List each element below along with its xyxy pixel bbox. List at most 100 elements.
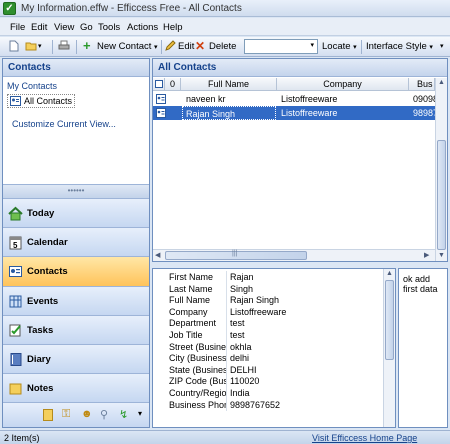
new-contact-button[interactable]: + New Contact ▾	[83, 39, 158, 54]
detail-field-label: Department	[169, 317, 227, 330]
splitter-grip[interactable]: ••••••	[3, 184, 149, 198]
open-dropdown-arrow[interactable]: ▾	[38, 40, 42, 54]
detail-field-value: Listoffreeware	[230, 306, 287, 317]
cell-business-phone: 989876	[413, 108, 435, 118]
detail-scrollbar-thumb[interactable]	[385, 280, 394, 360]
nav-notes-label: Notes	[27, 383, 54, 394]
locate-dropdown-arrow[interactable]: ▾	[310, 41, 314, 49]
notes-pane[interactable]: ok add first data	[398, 268, 448, 428]
nav-contacts[interactable]: Contacts	[3, 256, 149, 286]
calendar-icon: 5	[9, 236, 22, 250]
col-business-phone-header[interactable]: Bus	[409, 78, 435, 91]
locate-search-input[interactable]: ▾	[244, 39, 318, 54]
status-bar: 2 Item(s) Visit Efficcess Home Page	[0, 430, 450, 444]
new-contact-dropdown-arrow[interactable]: ▾	[154, 44, 158, 51]
detail-field-row[interactable]: Street (Busines okhla	[153, 340, 383, 353]
nav-notes[interactable]: Notes	[3, 373, 149, 402]
menu-bar: File Edit View Go Tools Actions Help	[0, 18, 450, 36]
navigation-pane: Contacts My Contacts All Contacts Custom…	[2, 58, 150, 428]
customize-view-link[interactable]: Customize Current View...	[12, 119, 116, 129]
shortcut-users-icon[interactable]: ☻	[81, 408, 93, 420]
menu-actions[interactable]: Actions	[127, 22, 158, 33]
detail-field-label: Business Phon	[169, 398, 227, 411]
paperclip-icon: 0	[169, 79, 175, 89]
navigation-pane-header: Contacts	[3, 59, 149, 77]
grid-horizontal-scrollbar[interactable]: ◀ ||| ▶	[153, 249, 435, 261]
hscroll-thumb[interactable]: |||	[165, 250, 307, 260]
menu-help[interactable]: Help	[163, 22, 183, 33]
interface-style-button[interactable]: Interface Style ▾	[366, 40, 433, 54]
delete-button[interactable]: ✕ Delete	[195, 40, 236, 54]
grid-title: All Contacts	[153, 59, 447, 77]
detail-field-row[interactable]: Job Title test	[153, 329, 383, 341]
toolbar-overflow-icon[interactable]: ▾	[440, 40, 444, 54]
nav-contacts-label: Contacts	[27, 266, 68, 277]
shortcut-key-icon[interactable]: ⚿	[62, 408, 70, 421]
table-row[interactable]: Rajan Singh Listoffreeware 989876	[153, 106, 435, 120]
print-button[interactable]	[58, 40, 72, 54]
detail-field-row[interactable]: Last Name Singh	[153, 282, 383, 295]
col-full-name-header[interactable]: Full Name	[181, 78, 277, 91]
address-card-icon	[10, 96, 21, 106]
detail-field-row[interactable]: First Name Rajan	[153, 271, 383, 283]
detail-field-value: okhla	[230, 341, 252, 352]
locate-label: Locate	[322, 41, 351, 52]
nav-tasks[interactable]: Tasks	[3, 315, 149, 344]
shortcut-notes-icon[interactable]	[43, 409, 53, 421]
nav-today[interactable]: Today	[3, 198, 149, 227]
scroll-down-arrow-icon[interactable]: ▼	[438, 252, 445, 259]
detail-field-label: Company	[169, 305, 227, 318]
table-row[interactable]: naveen kr Listoffreeware 090987	[153, 92, 435, 106]
col-icon-header[interactable]	[153, 78, 165, 91]
notes-text: ok add first data	[403, 274, 438, 294]
detail-field-row[interactable]: ZIP Code (Busir 110020	[153, 375, 383, 388]
open-button[interactable]	[25, 40, 39, 54]
menu-go[interactable]: Go	[80, 22, 93, 33]
cell-company: Listoffreeware	[281, 94, 338, 104]
nav-calendar[interactable]: 5 Calendar	[3, 227, 149, 256]
menu-tools[interactable]: Tools	[98, 22, 120, 33]
scroll-up-arrow-icon[interactable]: ▲	[438, 79, 445, 86]
locate-button[interactable]: Locate ▾	[322, 40, 357, 54]
menu-file[interactable]: File	[10, 22, 25, 33]
scroll-up-arrow-icon[interactable]: ▲	[386, 270, 393, 277]
home-page-link[interactable]: Visit Efficcess Home Page	[312, 432, 417, 444]
detail-field-row[interactable]: City (Business) delhi	[153, 352, 383, 365]
menu-view[interactable]: View	[54, 22, 74, 33]
menu-edit[interactable]: Edit	[31, 22, 47, 33]
detail-field-row[interactable]: Department test	[153, 317, 383, 330]
nav-diary-label: Diary	[27, 354, 51, 365]
detail-field-row[interactable]: Full Name Rajan Singh	[153, 294, 383, 307]
address-card-icon	[156, 108, 166, 118]
nav-events[interactable]: Events	[3, 286, 149, 315]
detail-vertical-scrollbar[interactable]: ▲	[383, 269, 395, 427]
detail-field-value: test	[230, 318, 245, 329]
shortcut-search-icon[interactable]: ⚲	[100, 408, 108, 421]
detail-field-row[interactable]: Country/Regio India	[153, 387, 383, 399]
detail-field-value: 110020	[230, 376, 260, 387]
detail-field-row[interactable]: Company Listoffreeware	[153, 305, 383, 318]
detail-field-label: Full Name	[169, 294, 227, 307]
folder-all-contacts[interactable]: All Contacts	[7, 94, 75, 108]
detail-field-row[interactable]: State (Business DELHI	[153, 363, 383, 376]
notes-icon	[9, 383, 22, 395]
shortcut-sync-icon[interactable]: ↯	[119, 408, 128, 421]
col-company-header[interactable]: Company	[277, 78, 409, 91]
scrollbar-thumb[interactable]	[437, 140, 446, 250]
col-attachment-header[interactable]: 0	[165, 78, 181, 91]
item-count: 2 Item(s)	[4, 433, 40, 443]
scroll-right-arrow-icon[interactable]: ▶	[424, 251, 429, 259]
shortcut-overflow-icon[interactable]: ▾	[138, 409, 142, 418]
nav-diary[interactable]: Diary	[3, 344, 149, 373]
detail-field-value: Rajan	[230, 272, 254, 282]
toolbar-separator	[52, 40, 53, 54]
scroll-left-arrow-icon[interactable]: ◀	[155, 251, 160, 259]
nav-today-label: Today	[27, 208, 55, 219]
detail-field-label: Country/Regio	[169, 387, 227, 399]
edit-button[interactable]: Edit	[164, 40, 194, 54]
detail-field-row[interactable]: Business Phon 9898767652	[153, 398, 383, 411]
diary-icon	[10, 353, 22, 366]
grid-vertical-scrollbar[interactable]: ▲ ▼	[435, 78, 447, 261]
home-icon	[8, 206, 23, 221]
new-document-button[interactable]	[8, 40, 22, 54]
